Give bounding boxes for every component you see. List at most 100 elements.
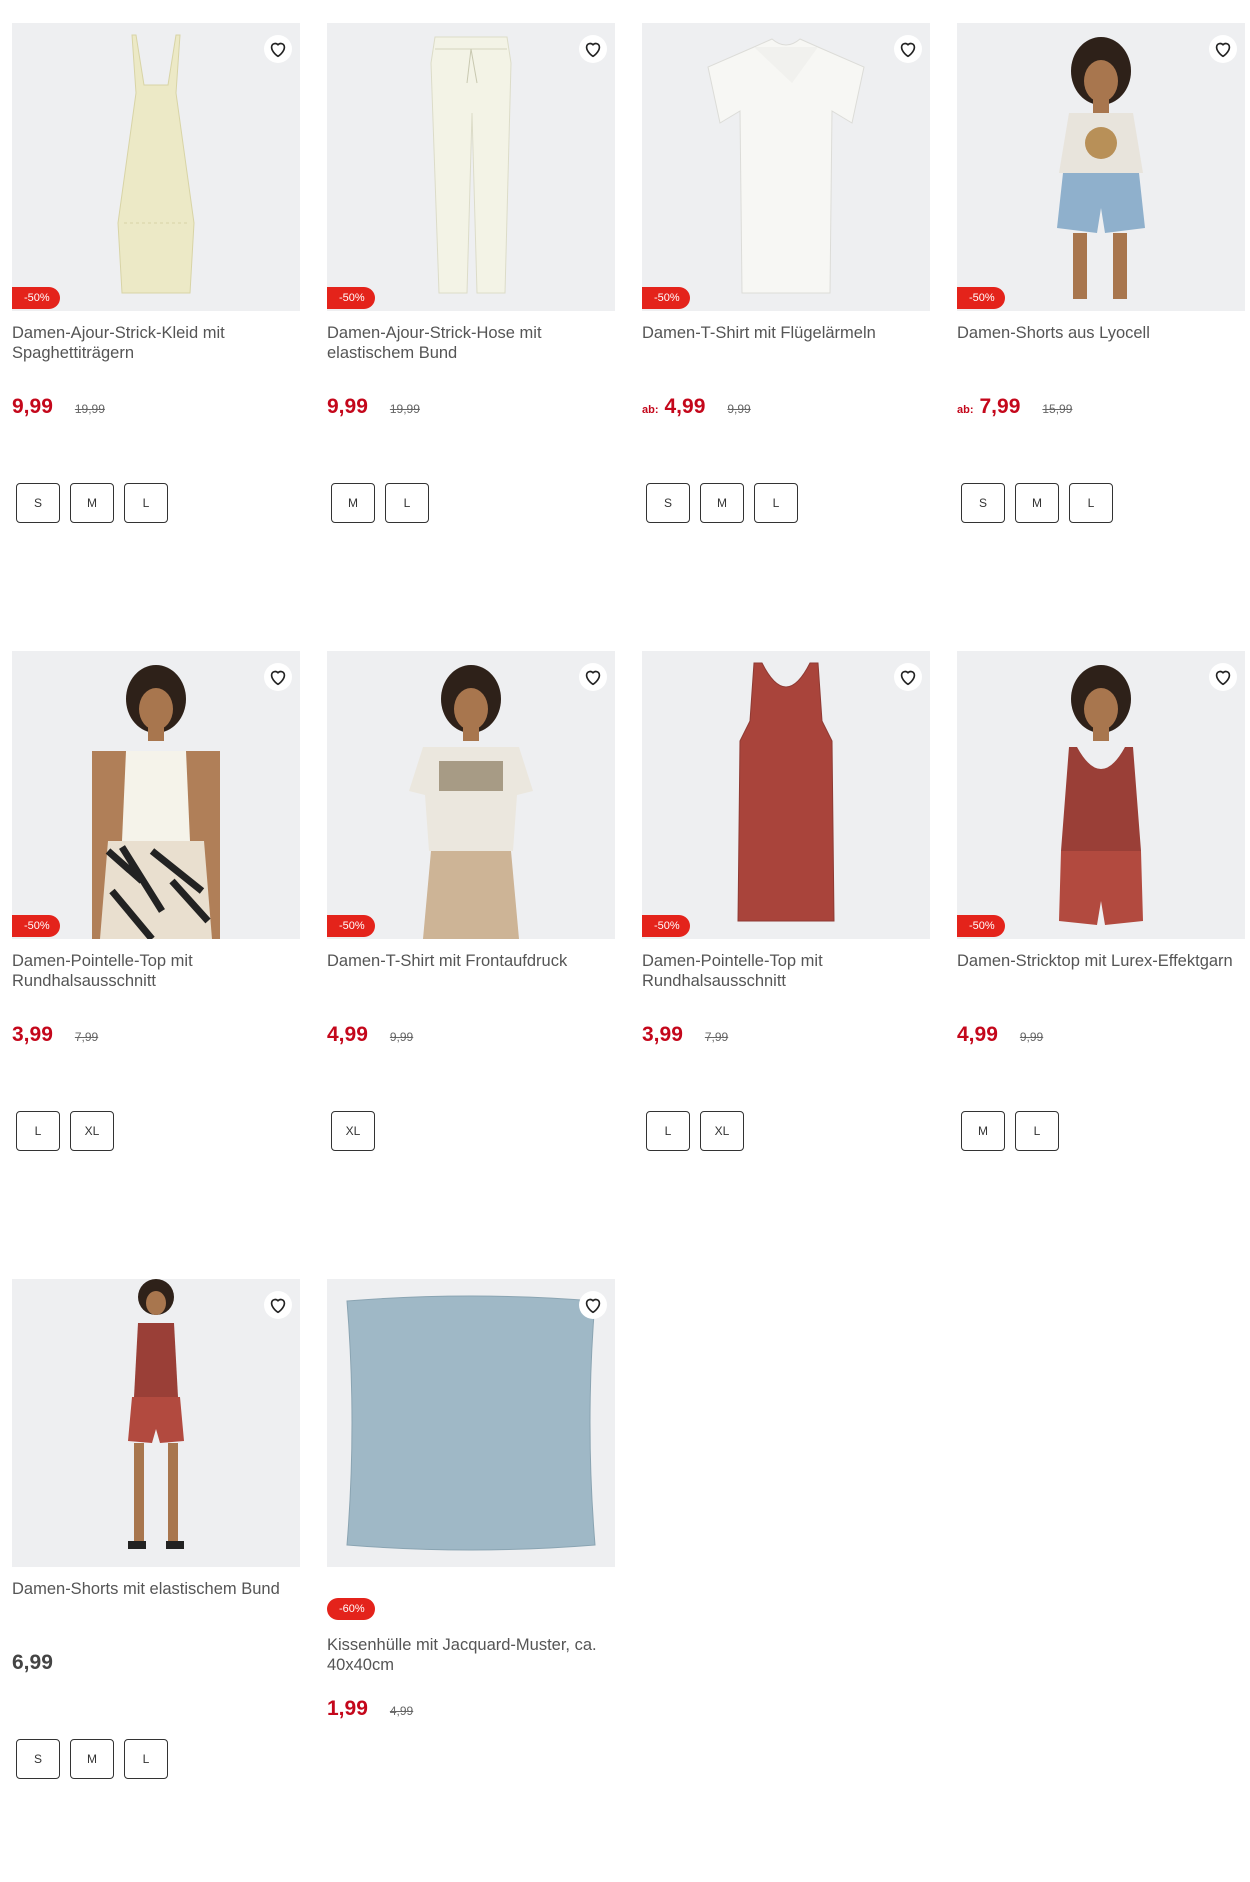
- size-option-button[interactable]: XL: [700, 1111, 744, 1151]
- product-title[interactable]: Damen-T-Shirt mit Frontaufdruck: [327, 951, 615, 971]
- size-option-button[interactable]: M: [1015, 483, 1059, 523]
- size-option-button[interactable]: L: [754, 483, 798, 523]
- product-image[interactable]: [327, 1279, 615, 1567]
- product-title[interactable]: Kissenhülle mit Jacquard-Muster, ca. 40x…: [327, 1635, 615, 1675]
- product-image[interactable]: [957, 651, 1245, 939]
- product-title[interactable]: Damen-T-Shirt mit Flügelärmeln: [642, 323, 930, 343]
- product-image[interactable]: [327, 651, 615, 939]
- product-card[interactable]: -60% Kissenhülle mit Jacquard-Muster, ca.…: [327, 1279, 615, 1839]
- size-options: XL: [331, 1111, 375, 1151]
- size-options: L XL: [16, 1111, 114, 1151]
- size-option-button[interactable]: M: [961, 1111, 1005, 1151]
- product-image[interactable]: [642, 23, 930, 311]
- size-option-button[interactable]: L: [124, 483, 168, 523]
- product-card[interactable]: -50% Damen-Pointelle-Top mit Rundhalsauss…: [12, 651, 300, 1211]
- wishlist-heart-icon[interactable]: [579, 1291, 607, 1319]
- product-title[interactable]: Damen-Pointelle-Top mit Rundhalsausschni…: [642, 951, 930, 991]
- size-option-button[interactable]: XL: [331, 1111, 375, 1151]
- old-price: 15,99: [1042, 402, 1073, 416]
- size-options: SML: [961, 483, 1113, 523]
- price-row: 1,99 4,99: [327, 1697, 413, 1721]
- product-photo: [117, 34, 195, 294]
- product-photo: [409, 665, 533, 939]
- discount-badge: -50%: [642, 287, 690, 309]
- size-option-button[interactable]: S: [646, 483, 690, 523]
- product-grid: -50% Damen-Ajour-Strick-Kleid mit Spaghet…: [0, 0, 1250, 1882]
- product-card[interactable]: -50% Damen-Stricktop mit Lurex-Effektgarn…: [957, 651, 1245, 1211]
- size-option-button[interactable]: M: [70, 483, 114, 523]
- current-price: 1,99: [327, 1697, 368, 1720]
- size-option-button[interactable]: L: [646, 1111, 690, 1151]
- size-option-button[interactable]: S: [16, 483, 60, 523]
- price-row: 9,99 19,99: [327, 395, 420, 419]
- size-options: ML: [961, 1111, 1059, 1151]
- size-option-button[interactable]: L: [124, 1739, 168, 1779]
- size-option-button[interactable]: S: [961, 483, 1005, 523]
- wishlist-heart-icon[interactable]: [579, 663, 607, 691]
- wishlist-heart-icon[interactable]: [579, 35, 607, 63]
- discount-badge: -60%: [327, 1598, 375, 1620]
- heart-outline-icon: [900, 670, 916, 686]
- product-image[interactable]: [12, 651, 300, 939]
- product-card[interactable]: -50% Damen-Shorts aus Lyocell ab: 7,99 15,99…: [957, 23, 1245, 583]
- size-option-button[interactable]: L: [1015, 1111, 1059, 1151]
- heart-outline-icon: [1215, 670, 1231, 686]
- current-price: 3,99: [12, 1023, 53, 1046]
- heart-outline-icon: [270, 1298, 286, 1314]
- product-photo: [737, 662, 835, 922]
- discount-badge: -50%: [957, 915, 1005, 937]
- heart-outline-icon: [270, 670, 286, 686]
- product-title[interactable]: Damen-Shorts aus Lyocell: [957, 323, 1245, 343]
- size-option-button[interactable]: L: [16, 1111, 60, 1151]
- size-option-button[interactable]: XL: [70, 1111, 114, 1151]
- product-card[interactable]: -50% Damen-T-Shirt mit Flügelärmeln ab: 4,9…: [642, 23, 930, 583]
- product-title[interactable]: Damen-Shorts mit elastischem Bund: [12, 1579, 300, 1599]
- current-price: 6,99: [12, 1651, 53, 1674]
- product-title[interactable]: Damen-Stricktop mit Lurex-Effektgarn: [957, 951, 1245, 971]
- product-title[interactable]: Damen-Pointelle-Top mit Rundhalsausschni…: [12, 951, 300, 991]
- wishlist-heart-icon[interactable]: [264, 1291, 292, 1319]
- product-photo: [92, 665, 220, 939]
- price-row: 4,99 9,99: [327, 1023, 413, 1047]
- product-image[interactable]: [12, 1279, 300, 1567]
- size-option-button[interactable]: M: [70, 1739, 114, 1779]
- wishlist-heart-icon[interactable]: [894, 663, 922, 691]
- discount-badge: -50%: [327, 915, 375, 937]
- size-options: SML: [646, 483, 798, 523]
- product-title[interactable]: Damen-Ajour-Strick-Kleid mit Spaghettitr…: [12, 323, 300, 363]
- size-option-button[interactable]: M: [700, 483, 744, 523]
- product-card[interactable]: -50% Damen-Ajour-Strick-Kleid mit Spaghet…: [12, 23, 300, 583]
- old-price: 7,99: [704, 1030, 729, 1044]
- product-photo: [707, 38, 865, 294]
- size-option-button[interactable]: L: [1069, 483, 1113, 523]
- size-option-button[interactable]: L: [385, 483, 429, 523]
- product-title[interactable]: Damen-Ajour-Strick-Hose mit elastischem …: [327, 323, 615, 363]
- discount-badge: -50%: [327, 287, 375, 309]
- current-price: 4,99: [664, 395, 706, 418]
- product-card[interactable]: -50% Damen-T-Shirt mit Frontaufdruck 4,99 9…: [327, 651, 615, 1211]
- discount-badge: -50%: [642, 915, 690, 937]
- old-price: 9,99: [727, 402, 751, 416]
- wishlist-heart-icon[interactable]: [1209, 663, 1237, 691]
- wishlist-heart-icon[interactable]: [264, 35, 292, 63]
- product-image[interactable]: [642, 651, 930, 939]
- heart-outline-icon: [585, 670, 601, 686]
- price-row: 3,99 7,99: [12, 1023, 98, 1047]
- product-photo: [1057, 37, 1145, 299]
- discount-badge: -50%: [957, 287, 1005, 309]
- product-card[interactable]: Damen-Shorts mit elastischem Bund 6,99 S M L: [12, 1279, 300, 1839]
- old-price: 19,99: [389, 402, 420, 416]
- product-image[interactable]: [957, 23, 1245, 311]
- old-price: 19,99: [74, 402, 105, 416]
- product-image[interactable]: [327, 23, 615, 311]
- product-card[interactable]: -50% Damen-Pointelle-Top mit Rundhalsauss…: [642, 651, 930, 1211]
- wishlist-heart-icon[interactable]: [894, 35, 922, 63]
- wishlist-heart-icon[interactable]: [264, 663, 292, 691]
- product-card[interactable]: -50% Damen-Ajour-Strick-Hose mit elastisc…: [327, 23, 615, 583]
- price-row: 4,99 9,99: [957, 1023, 1043, 1047]
- size-option-button[interactable]: S: [16, 1739, 60, 1779]
- product-image[interactable]: [12, 23, 300, 311]
- size-option-button[interactable]: M: [331, 483, 375, 523]
- price-row: 9,99 19,99: [12, 395, 105, 419]
- wishlist-heart-icon[interactable]: [1209, 35, 1237, 63]
